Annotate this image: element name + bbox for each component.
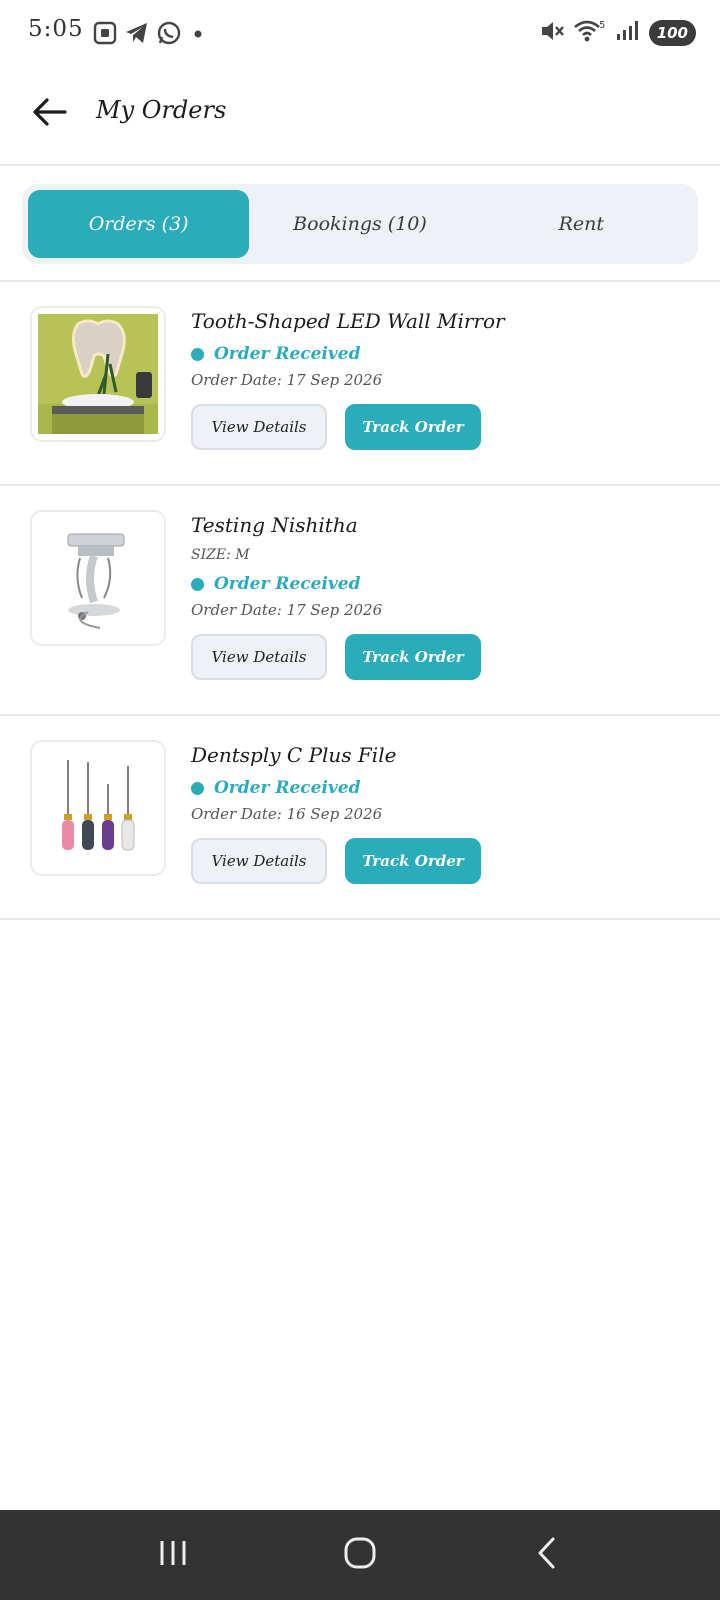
page-title: My Orders	[96, 96, 227, 124]
track-order-button[interactable]: Track Order	[345, 838, 481, 884]
order-info: Tooth-Shaped LED Wall Mirror Order Recei…	[191, 306, 700, 450]
status-text: Order Received	[214, 574, 361, 594]
status-dot	[191, 577, 204, 591]
view-details-button[interactable]: View Details	[191, 838, 327, 884]
track-order-button[interactable]: Track Order	[345, 404, 481, 450]
dental-cart-image[interactable]	[30, 510, 166, 646]
order-status: Order Received	[191, 342, 700, 366]
system-nav-bar	[0, 1510, 720, 1600]
home-icon	[343, 1536, 377, 1574]
tab-rent[interactable]: Rent	[471, 190, 692, 258]
screenshot-icon	[92, 20, 118, 46]
home-button[interactable]	[320, 1525, 400, 1585]
arrow-left-icon	[32, 97, 68, 131]
wifi-icon: 5	[573, 18, 607, 48]
dot-icon	[188, 20, 208, 46]
mute-icon	[539, 18, 565, 48]
status-text: Order Received	[214, 778, 361, 798]
order-actions: View Details Track Order	[191, 634, 700, 680]
view-details-button[interactable]: View Details	[191, 634, 327, 680]
back-button[interactable]	[30, 94, 70, 134]
size-label: SIZE: M	[191, 547, 250, 563]
system-back-button[interactable]	[507, 1525, 587, 1585]
order-card: Testing Nishitha SIZE: M Order Received …	[0, 486, 720, 716]
view-details-button[interactable]: View Details	[191, 404, 327, 450]
order-tabs: Orders (3) Bookings (10) Rent	[22, 184, 698, 264]
status-text: Order Received	[214, 344, 361, 364]
order-date: Order Date: 17 Sep 2026	[191, 601, 383, 619]
back-chevron-icon	[534, 1536, 560, 1574]
status-dot	[191, 781, 204, 795]
telegram-icon	[124, 20, 150, 46]
tab-orders[interactable]: Orders (3)	[28, 190, 250, 258]
whatsapp-icon	[156, 20, 182, 46]
status-bar: 5:05 5 100	[0, 0, 720, 64]
notification-icons	[92, 20, 208, 46]
order-list: Tooth-Shaped LED Wall Mirror Order Recei…	[0, 282, 720, 920]
battery-indicator: 100	[648, 20, 696, 46]
product-name[interactable]: Tooth-Shaped LED Wall Mirror	[191, 306, 700, 336]
recents-icon	[156, 1537, 190, 1573]
order-status: Order Received	[191, 776, 700, 800]
signal-icon	[615, 18, 641, 48]
order-info: Testing Nishitha SIZE: M Order Received …	[191, 510, 700, 680]
track-order-button[interactable]: Track Order	[345, 634, 481, 680]
app-header: My Orders	[0, 64, 720, 166]
wifi-badge: 5	[599, 20, 605, 31]
order-info: Dentsply C Plus File Order Received Orde…	[191, 740, 700, 884]
product-name[interactable]: Testing Nishitha	[191, 510, 700, 540]
order-status: Order Received	[191, 572, 700, 596]
order-actions: View Details Track Order	[191, 404, 700, 450]
order-card: Dentsply C Plus File Order Received Orde…	[0, 716, 720, 920]
status-time: 5:05	[28, 16, 84, 42]
endo-files-image[interactable]	[30, 740, 166, 876]
status-dot	[191, 347, 204, 361]
system-status-icons: 5 100	[539, 18, 696, 48]
order-actions: View Details Track Order	[191, 838, 700, 884]
order-date: Order Date: 17 Sep 2026	[191, 371, 383, 389]
tooth-mirror-image[interactable]	[30, 306, 166, 442]
order-card: Tooth-Shaped LED Wall Mirror Order Recei…	[0, 282, 720, 486]
order-date: Order Date: 16 Sep 2026	[191, 805, 383, 823]
recents-button[interactable]	[133, 1525, 213, 1585]
product-name[interactable]: Dentsply C Plus File	[191, 740, 700, 770]
tab-bookings[interactable]: Bookings (10)	[249, 190, 470, 258]
